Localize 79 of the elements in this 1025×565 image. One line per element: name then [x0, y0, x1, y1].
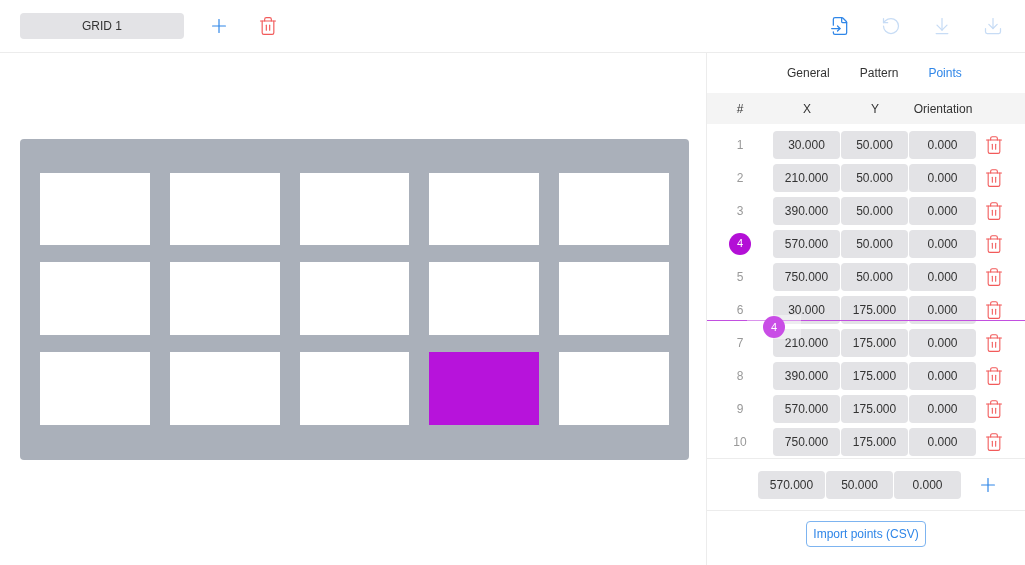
number-field[interactable]: 175.000 — [841, 394, 908, 423]
grid-cell[interactable] — [169, 262, 280, 335]
number-field[interactable]: 50.000 — [841, 196, 908, 225]
grid-cell[interactable] — [429, 262, 540, 335]
grid-cell[interactable] — [559, 262, 669, 335]
number-field[interactable]: 570.000 — [758, 470, 825, 499]
tab[interactable]: Pattern — [859, 64, 899, 82]
column-header: # — [735, 100, 745, 118]
grid-cell[interactable] — [559, 172, 669, 246]
number-field[interactable]: 175.000 — [841, 295, 908, 324]
number-field[interactable]: 210.000 — [773, 163, 840, 192]
number-field[interactable]: 50.000 — [841, 130, 908, 159]
grid-name-field[interactable]: GRID 1 — [20, 13, 184, 39]
row-number: 4 — [729, 232, 751, 255]
grid-cell[interactable] — [40, 262, 150, 335]
grid-cell[interactable] — [299, 351, 410, 425]
number-field[interactable]: 0.000 — [909, 196, 976, 225]
row-number: 9 — [736, 400, 744, 418]
row-number: 2 — [736, 169, 744, 187]
number-field[interactable]: 0.000 — [909, 295, 976, 324]
grid-cell[interactable] — [40, 351, 150, 425]
number-field[interactable]: 0.000 — [909, 361, 976, 390]
trash-icon[interactable] — [984, 299, 1004, 320]
number-field[interactable]: 30.000 — [773, 295, 840, 324]
drag-ghost[interactable]: 4 — [747, 315, 801, 339]
trash-icon[interactable] — [984, 167, 1004, 188]
grid-cell[interactable] — [169, 172, 280, 246]
column-header: Y — [870, 100, 880, 118]
grid-cell[interactable] — [429, 172, 540, 246]
number-field[interactable]: 570.000 — [773, 394, 840, 423]
trash-icon[interactable] — [258, 16, 278, 36]
grid-cell[interactable] — [559, 351, 669, 425]
number-field[interactable]: 175.000 — [841, 328, 908, 357]
row-number: 8 — [736, 367, 744, 385]
import-csv-button[interactable]: Import points (CSV) — [806, 521, 926, 547]
trash-icon[interactable] — [984, 266, 1004, 287]
number-field[interactable]: 0.000 — [909, 328, 976, 357]
number-field[interactable]: 50.000 — [841, 163, 908, 192]
grid-cell[interactable] — [169, 351, 280, 425]
number-field[interactable]: 390.000 — [773, 361, 840, 390]
number-field[interactable]: 30.000 — [773, 130, 840, 159]
number-field[interactable]: 50.000 — [826, 470, 893, 499]
row-number: 3 — [736, 202, 744, 220]
number-field[interactable]: 0.000 — [909, 163, 976, 192]
number-field[interactable]: 0.000 — [909, 427, 976, 456]
grid-cell[interactable] — [299, 172, 410, 246]
number-field[interactable]: 750.000 — [773, 262, 840, 291]
number-field[interactable]: 390.000 — [773, 196, 840, 225]
number-field[interactable]: 750.000 — [773, 427, 840, 456]
tab[interactable]: General — [787, 64, 830, 82]
trash-icon[interactable] — [984, 398, 1004, 419]
drag-number-badge: 4 — [763, 316, 785, 338]
trash-icon[interactable] — [984, 365, 1004, 386]
grid-cell[interactable] — [429, 351, 540, 425]
number-field[interactable]: 570.000 — [773, 229, 840, 258]
column-header: X — [802, 100, 812, 118]
number-field[interactable]: 0.000 — [909, 262, 976, 291]
trash-icon[interactable] — [984, 134, 1004, 155]
tab[interactable]: Points — [928, 64, 962, 82]
grid-cell[interactable] — [299, 262, 410, 335]
number-field[interactable]: 0.000 — [909, 229, 976, 258]
trash-icon[interactable] — [984, 332, 1004, 353]
number-field[interactable]: 0.000 — [909, 130, 976, 159]
row-number: 10 — [733, 433, 747, 451]
trash-icon[interactable] — [984, 233, 1004, 254]
grid-cell[interactable] — [40, 172, 150, 246]
column-header: Orientation — [912, 100, 974, 118]
row-number: 6 — [736, 301, 744, 319]
number-field[interactable]: 0.000 — [909, 394, 976, 423]
number-field[interactable]: 50.000 — [841, 262, 908, 291]
trash-icon[interactable] — [984, 200, 1004, 221]
row-number: 5 — [736, 268, 744, 286]
number-field[interactable]: 175.000 — [841, 361, 908, 390]
trash-icon[interactable] — [984, 431, 1004, 452]
number-field[interactable]: 175.000 — [841, 427, 908, 456]
number-field[interactable]: 50.000 — [841, 229, 908, 258]
number-field[interactable]: 0.000 — [894, 470, 961, 499]
row-number: 7 — [736, 334, 744, 352]
row-number: 1 — [736, 136, 744, 154]
